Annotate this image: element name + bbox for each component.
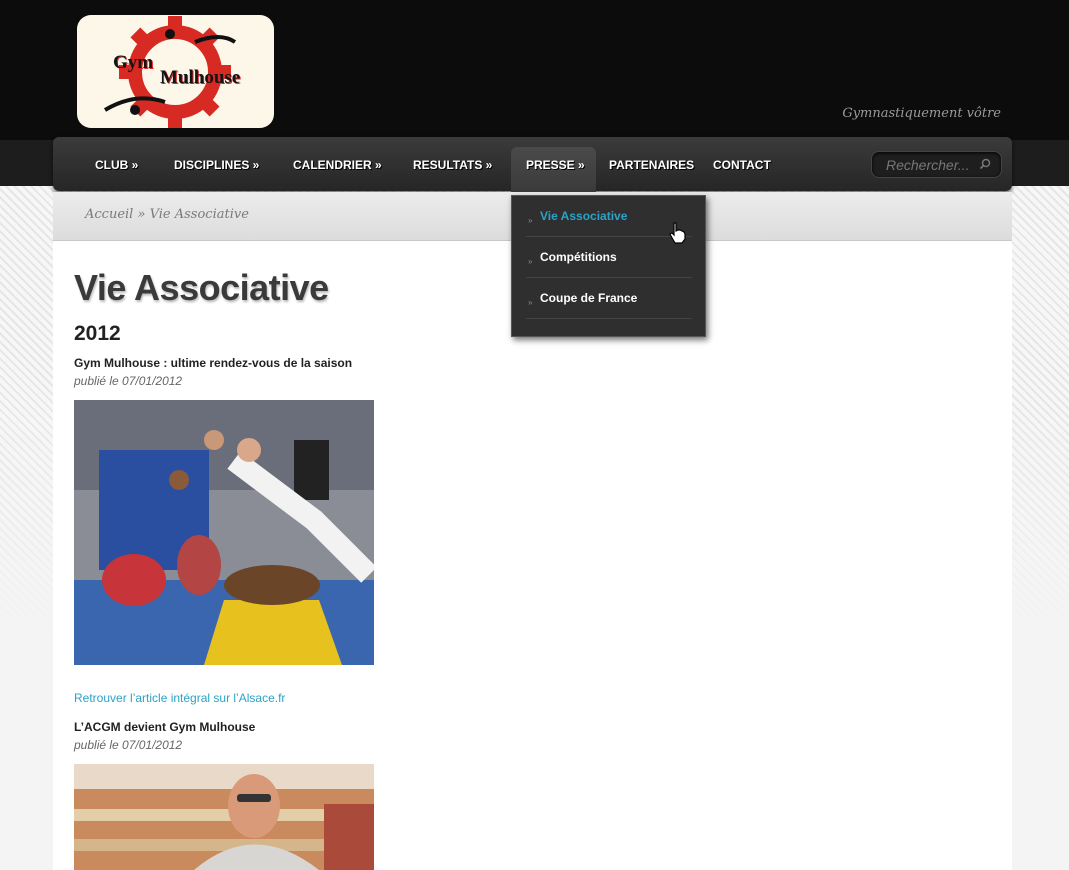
site-tagline: Gymnastiquement vôtre bbox=[842, 106, 1001, 121]
search-input[interactable] bbox=[884, 156, 978, 174]
nav-item-resultats[interactable]: RESULTATS » bbox=[413, 158, 492, 172]
article-title[interactable]: L’ACGM devient Gym Mulhouse bbox=[74, 720, 255, 734]
nav-item-partenaires[interactable]: PARTENAIRES bbox=[609, 158, 694, 172]
breadcrumb-separator: » bbox=[137, 207, 146, 222]
site-header: Gym Mulhouse Gymnastiquement vôtre bbox=[0, 0, 1069, 140]
dropdown-item-label: Vie Associative bbox=[540, 209, 628, 223]
dropdown-item-competitions[interactable]: » Compétitions bbox=[526, 237, 692, 278]
page-title: Vie Associative bbox=[74, 267, 329, 308]
search-box bbox=[871, 151, 1002, 178]
search-icon[interactable] bbox=[979, 158, 991, 170]
dropdown-item-coupe-de-france[interactable]: » Coupe de France bbox=[526, 278, 692, 319]
article-link[interactable]: Retrouver l’article intégral sur l’Alsac… bbox=[74, 691, 285, 705]
main-nav: CLUB » DISCIPLINES » CALENDRIER » RESULT… bbox=[53, 137, 1012, 193]
breadcrumb: Accueil » Vie Associative bbox=[85, 207, 249, 222]
article-photo[interactable] bbox=[74, 764, 374, 870]
article-photo[interactable] bbox=[74, 400, 374, 665]
logo-text-mulhouse: Mulhouse bbox=[160, 67, 241, 88]
nav-item-disciplines[interactable]: DISCIPLINES » bbox=[174, 158, 259, 172]
nav-item-club[interactable]: CLUB » bbox=[95, 158, 138, 172]
coach-photo-image bbox=[74, 764, 374, 870]
site-logo[interactable]: Gym Mulhouse bbox=[77, 15, 274, 128]
breadcrumb-home[interactable]: Accueil bbox=[85, 207, 133, 222]
breadcrumb-current: Vie Associative bbox=[149, 207, 249, 222]
bullet-icon: » bbox=[528, 298, 533, 307]
bullet-icon: » bbox=[528, 257, 533, 266]
dropdown-item-label: Compétitions bbox=[540, 250, 617, 264]
nav-item-contact[interactable]: CONTACT bbox=[713, 158, 771, 172]
bullet-icon: » bbox=[528, 216, 533, 225]
dropdown-item-vie-associative[interactable]: » Vie Associative bbox=[526, 196, 692, 237]
hand-cursor-icon bbox=[669, 222, 686, 244]
logo-text-gym: Gym bbox=[113, 52, 154, 73]
nav-item-presse[interactable]: PRESSE » bbox=[526, 158, 585, 172]
article-date: publié le 07/01/2012 bbox=[74, 374, 183, 388]
article-date: publié le 07/01/2012 bbox=[74, 738, 183, 752]
nav-item-calendrier[interactable]: CALENDRIER » bbox=[293, 158, 382, 172]
gymnastics-photo-image bbox=[74, 400, 374, 665]
presse-dropdown-menu: » Vie Associative » Compétitions » Coupe… bbox=[511, 195, 706, 337]
dropdown-item-label: Coupe de France bbox=[540, 291, 638, 305]
year-heading: 2012 bbox=[74, 322, 121, 345]
article-title[interactable]: Gym Mulhouse : ultime rendez-vous de la … bbox=[74, 356, 352, 370]
